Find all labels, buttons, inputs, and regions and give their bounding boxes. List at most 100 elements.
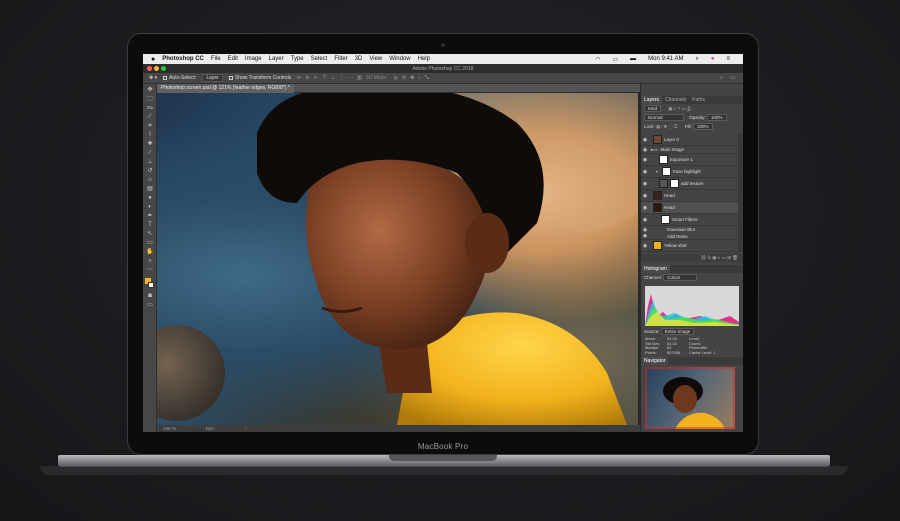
menu-view[interactable]: View — [369, 56, 382, 62]
close-button[interactable] — [147, 66, 152, 71]
quick-mask-icon[interactable]: ◙ — [146, 293, 154, 300]
user-icon[interactable]: ● — [711, 56, 715, 62]
layer-row[interactable]: ◉ Smart Filters — [641, 214, 738, 226]
tab-layers[interactable]: Layers — [641, 96, 663, 104]
move-tool-icon[interactable]: ✥ — [146, 87, 154, 94]
layer-row[interactable]: ◉ Gaussian Blur — [641, 226, 738, 233]
hand-tool-icon[interactable]: ✋ — [146, 249, 154, 256]
dodge-tool-icon[interactable]: ◐ — [146, 204, 154, 211]
path-select-icon[interactable]: ↖ — [146, 231, 154, 238]
quick-select-tool-icon[interactable]: ⁄ — [146, 114, 154, 121]
tab-paths[interactable]: Paths — [689, 96, 708, 104]
brush-tool-icon[interactable]: ⁄ — [146, 150, 154, 157]
3d-orbit-icon[interactable]: ◎ — [394, 75, 398, 81]
menu-image[interactable]: Image — [245, 56, 262, 62]
lasso-tool-icon[interactable]: ᔓ — [146, 105, 154, 112]
gradient-tool-icon[interactable]: ▤ — [146, 186, 154, 193]
tab-histogram[interactable]: Histogram — [641, 265, 670, 273]
show-transform-checkbox[interactable]: Show Transform Controls — [228, 75, 291, 81]
eye-icon[interactable]: ◉ — [641, 227, 649, 233]
clock[interactable]: Mon 9:41 AM — [648, 56, 683, 62]
filter-icons[interactable]: ▣ ◐ T ▭ ⎙ — [668, 106, 690, 111]
zoom-tool-icon[interactable]: ⌕ — [146, 258, 154, 265]
auto-select-dropdown[interactable]: Layer — [202, 74, 223, 82]
blur-tool-icon[interactable]: ● — [146, 195, 154, 202]
zoom-level[interactable]: 100 % — [163, 426, 176, 431]
menu-window[interactable]: Window — [389, 56, 410, 62]
3d-scale-icon[interactable]: ⤡ — [425, 75, 429, 81]
align-top-icon[interactable]: ⊤ — [322, 75, 326, 81]
screen-mode-icon[interactable]: ▭ — [146, 302, 154, 309]
blend-mode-dropdown[interactable]: Normal — [644, 114, 684, 121]
battery-icon[interactable]: ▬ — [630, 56, 636, 62]
kind-filter-dropdown[interactable]: Kind — [644, 105, 662, 112]
layer-row[interactable]: ◉ add texture — [641, 178, 738, 190]
control-center-icon[interactable]: ≡ — [726, 56, 730, 62]
eye-icon[interactable]: ◉ — [641, 233, 649, 239]
menu-help[interactable]: Help — [418, 56, 430, 62]
layer-row[interactable]: ◉ Layer 0 — [641, 134, 738, 146]
layer-row[interactable]: ◉ Exposure 1 — [641, 154, 738, 166]
menu-type[interactable]: Type — [291, 56, 304, 62]
layer-row[interactable]: ◉ Head — [641, 190, 738, 202]
doc-info[interactable]: Doc: — [206, 426, 215, 431]
status-arrow-icon[interactable]: › — [245, 426, 247, 431]
crop-tool-icon[interactable]: ⌗ — [146, 123, 154, 130]
apple-logo-icon[interactable]: ● — [151, 56, 155, 63]
layer-row[interactable]: ◉ ▸▭ Main Image — [641, 146, 738, 154]
shape-tool-icon[interactable]: ▭ — [146, 240, 154, 247]
search-icon[interactable]: ⌕ — [720, 75, 723, 81]
search-icon[interactable]: ⌕ — [695, 56, 698, 63]
3d-slide-icon[interactable]: ↕ — [418, 75, 421, 81]
eye-icon[interactable]: ◉ — [641, 205, 649, 211]
canvas-area[interactable] — [157, 93, 640, 425]
eye-icon[interactable]: ◉ — [641, 157, 649, 163]
auto-align-icon[interactable]: ▥ — [357, 75, 362, 81]
3d-roll-icon[interactable]: ⟳ — [402, 75, 406, 81]
source-dropdown[interactable]: Entire Image — [660, 328, 695, 335]
menu-file[interactable]: File — [211, 56, 221, 62]
layers-scrollbar[interactable] — [738, 134, 743, 252]
history-brush-icon[interactable]: ↺ — [146, 168, 154, 175]
menu-edit[interactable]: Edit — [228, 56, 238, 62]
3d-drag-icon[interactable]: ✥ — [410, 75, 414, 81]
lock-icons[interactable]: ▦ ⁄ ✥ ⬚ ⚿ — [656, 124, 677, 129]
fill-field[interactable]: 100% — [693, 123, 713, 130]
type-tool-icon[interactable]: T — [146, 222, 154, 229]
eye-icon[interactable]: ◉ — [641, 137, 649, 143]
move-tool-icon[interactable]: ✥ ▾ — [149, 75, 157, 81]
workspace-icon[interactable]: ▭ — [730, 75, 735, 81]
layers-footer-icons[interactable]: ⛓ fx ▣ ◐ ▭ ⊞ 🗑 — [641, 254, 743, 262]
navigator-thumbnail[interactable] — [645, 367, 735, 429]
distribute-h-icon[interactable]: ⋯ — [348, 75, 353, 81]
menu-select[interactable]: Select — [311, 56, 328, 62]
opacity-field[interactable]: 100% — [707, 114, 727, 121]
menu-3d[interactable]: 3D — [355, 56, 363, 62]
eye-icon[interactable]: ◉ — [641, 147, 649, 153]
eyedropper-tool-icon[interactable]: ⌇ — [146, 132, 154, 139]
layer-row[interactable]: ◉ Yellow shirt — [641, 240, 738, 252]
menu-layer[interactable]: Layer — [269, 56, 284, 62]
tab-channels[interactable]: Channels — [662, 96, 689, 104]
align-right-icon[interactable]: ⊩ — [314, 75, 318, 81]
channel-dropdown[interactable]: Colors — [663, 274, 698, 281]
app-menu[interactable]: Photoshop CC — [162, 56, 204, 62]
eye-icon[interactable]: ◉ — [641, 217, 649, 223]
marquee-tool-icon[interactable]: ⬚ — [146, 96, 154, 103]
align-center-icon[interactable]: ⊪ — [306, 75, 310, 81]
auto-select-checkbox[interactable]: Auto-Select: — [163, 75, 196, 81]
eye-icon[interactable]: ◉ — [641, 181, 649, 187]
wifi-icon[interactable]: ◠ — [595, 56, 600, 63]
eye-icon[interactable]: ◉ — [641, 169, 649, 175]
airplay-icon[interactable]: ▭ — [612, 56, 618, 63]
distribute-icon[interactable]: ⋮ — [339, 75, 344, 81]
more-tools-icon[interactable]: ⋯ — [146, 267, 154, 274]
healing-tool-icon[interactable]: ✚ — [146, 141, 154, 148]
menu-filter[interactable]: Filter — [334, 56, 347, 62]
tab-navigator[interactable]: Navigator — [641, 357, 669, 365]
pen-tool-icon[interactable]: ✒ — [146, 213, 154, 220]
eraser-tool-icon[interactable]: ▱ — [146, 177, 154, 184]
zoom-button[interactable] — [161, 66, 166, 71]
align-left-icon[interactable]: ⊫ — [297, 75, 301, 81]
eye-icon[interactable]: ◉ — [641, 243, 649, 249]
